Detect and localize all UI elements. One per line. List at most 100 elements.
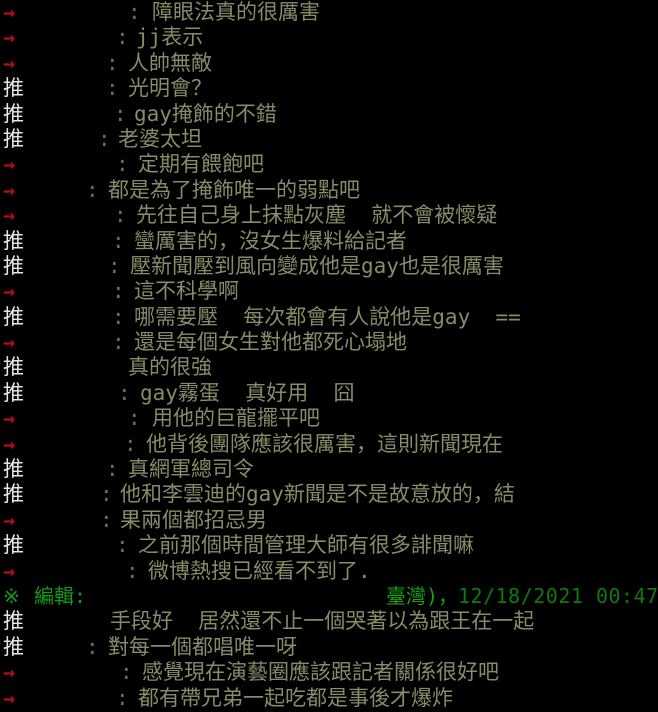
comment-colon: : — [128, 406, 141, 431]
comment-line: 推: 之前那個時間管理大師有很多誹聞嘛 — [0, 533, 658, 558]
comment-colon: : — [86, 634, 99, 659]
arrow-tag-icon: → — [3, 25, 16, 50]
comment-text: 人帥無敵 — [128, 50, 212, 75]
comment-text: 真網軍總司令 — [128, 457, 254, 482]
edit-label: 編輯: — [34, 583, 87, 608]
arrow-tag-icon: → — [3, 50, 16, 75]
push-tag: 推 — [3, 228, 24, 253]
push-tag: 推 — [3, 634, 24, 659]
comment-text: 都有帶兄弟一起吃都是事後才爆炸 — [138, 685, 453, 710]
comment-line: →: 他背後團隊應該很厲害，這則新聞現在 — [0, 432, 658, 457]
arrow-tag-icon: → — [3, 406, 16, 431]
comment-colon: : — [100, 482, 113, 507]
comment-text: 哪需要壓 每次都會有人說他是gay == — [134, 304, 521, 329]
comment-line: →: 都是為了掩飾唯一的弱點吧 — [0, 178, 658, 203]
comment-line: 推: 蠻厲害的，沒女生爆料給記者 — [0, 229, 658, 254]
comment-text: 對每一個都唱唯一呀 — [108, 634, 297, 659]
comment-text: 微博熱搜已經看不到了. — [148, 558, 371, 583]
comment-colon: : — [112, 330, 125, 355]
push-tag: 推 — [3, 76, 24, 101]
bbs-terminal-screen: →: 障眼法真的很厲害 →: jj表示 →: 人帥無敵推: 光明會？推: gay掩飾的不錯推:… — [0, 0, 658, 712]
comment-line: 推 真的很強 — [0, 355, 658, 380]
comment-line: →: 還是每個女生對他都死心塌地 — [0, 330, 658, 355]
comment-colon: : — [114, 203, 127, 228]
comment-text: 壓新聞壓到風向變成他是gay也是很厲害 — [130, 253, 504, 278]
comment-colon: : — [116, 533, 129, 558]
arrow-tag-icon: → — [3, 507, 16, 532]
arrow-tag-icon: → — [3, 279, 16, 304]
comment-line: 推: 老婆太坦 — [0, 127, 658, 152]
comment-text: 感覺現在演藝圈應該跟記者關係很好吧 — [142, 660, 499, 685]
push-tag: 推 — [3, 253, 24, 278]
comment-text: 定期有餵飽吧 — [138, 152, 264, 177]
comment-colon: : — [100, 507, 113, 532]
comment-colon: : — [124, 431, 137, 456]
comment-line: →: jj表示 — [0, 25, 658, 50]
comment-text: 果兩個都招忌男 — [120, 507, 267, 532]
edit-location: 臺灣)， — [386, 583, 459, 608]
comment-colon: : — [98, 126, 111, 151]
comment-line: →: 障眼法真的很厲害 — [0, 0, 658, 25]
comment-line: 推: 真網軍總司令 — [0, 457, 658, 482]
comment-text: 還是每個女生對他都死心塌地 — [134, 330, 407, 355]
arrow-tag-icon: → — [3, 431, 16, 456]
comment-line: →: 都有帶兄弟一起吃都是事後才爆炸 — [0, 686, 658, 711]
comment-text: 他和李雲迪的gay新聞是不是故意放的，結 — [120, 482, 515, 507]
comment-colon: : — [120, 660, 133, 685]
comment-line: 推: 對每一個都唱唯一呀 — [0, 635, 658, 660]
comment-text: 真的很強 — [128, 355, 212, 380]
comment-colon: : — [116, 152, 129, 177]
comment-text: 手段好 居然還不止一個哭著以為跟王在一起 — [110, 609, 535, 634]
comment-colon: : — [112, 304, 125, 329]
comment-line: 推: 光明會？ — [0, 76, 658, 101]
comment-line: 推: gay霧蛋 真好用 囧 — [0, 381, 658, 406]
arrow-tag-icon: → — [3, 0, 16, 24]
comment-text: 光明會？ — [128, 76, 212, 101]
comment-line: →: 定期有餵飽吧 — [0, 152, 658, 177]
arrow-tag-icon: → — [3, 177, 16, 202]
push-tag: 推 — [3, 533, 24, 558]
comment-text: 先往自己身上抹點灰塵 就不會被懷疑 — [136, 203, 498, 228]
comment-colon: : — [86, 177, 99, 202]
comment-line: →: 感覺現在演藝圈應該跟記者關係很好吧 — [0, 660, 658, 685]
comment-line: 推: gay掩飾的不錯 — [0, 102, 658, 127]
comment-line: →: 果兩個都招忌男 — [0, 508, 658, 533]
push-tag: 推 — [3, 457, 24, 482]
comment-colon: : — [114, 101, 127, 126]
comment-colon: : — [106, 76, 119, 101]
comment-colon: : — [128, 0, 141, 24]
arrow-tag-icon: → — [3, 330, 16, 355]
comment-text: 之前那個時間管理大師有很多誹聞嘛 — [138, 533, 474, 558]
comment-line: 推: 哪需要壓 每次都會有人說他是gay == — [0, 305, 658, 330]
comment-text: 用他的巨龍擺平吧 — [152, 406, 320, 431]
comment-colon: : — [112, 228, 125, 253]
arrow-tag-icon: → — [3, 152, 16, 177]
comment-colon: : — [108, 253, 121, 278]
comment-colon: : — [118, 380, 131, 405]
comment-colon: : — [116, 25, 129, 50]
comment-line: 推: 他和李雲迪的gay新聞是不是故意放的，結 — [0, 482, 658, 507]
comment-text: 這不科學啊 — [134, 279, 239, 304]
comment-text: jj表示 — [136, 25, 204, 50]
arrow-tag-icon: → — [3, 660, 16, 685]
push-tag: 推 — [3, 380, 24, 405]
comment-text: 老婆太坦 — [118, 126, 202, 151]
comment-line: 推 手段好 居然還不止一個哭著以為跟王在一起 — [0, 609, 658, 634]
comment-line: →: 微博熱搜已經看不到了. — [0, 559, 658, 584]
comment-text: gay掩飾的不錯 — [134, 101, 277, 126]
push-tag: 推 — [3, 355, 24, 380]
comment-colon: : — [106, 457, 119, 482]
push-tag: 推 — [3, 482, 24, 507]
push-tag: 推 — [3, 304, 24, 329]
comment-colon: : — [112, 279, 125, 304]
edit-record-line: ※ 編輯: 臺灣)，12/18/2021 00:47:31 — [0, 584, 658, 609]
edit-marker-icon: ※ — [3, 583, 20, 608]
push-tag: 推 — [3, 126, 24, 151]
comment-text: 障眼法真的很厲害 — [152, 0, 320, 24]
comment-line: →: 這不科學啊 — [0, 279, 658, 304]
comment-text: gay霧蛋 真好用 囧 — [140, 380, 355, 405]
comment-line: →: 先往自己身上抹點灰塵 就不會被懷疑 — [0, 203, 658, 228]
arrow-tag-icon: → — [3, 685, 16, 710]
comment-text: 都是為了掩飾唯一的弱點吧 — [108, 177, 360, 202]
comment-line: 推: 壓新聞壓到風向變成他是gay也是很厲害 — [0, 254, 658, 279]
